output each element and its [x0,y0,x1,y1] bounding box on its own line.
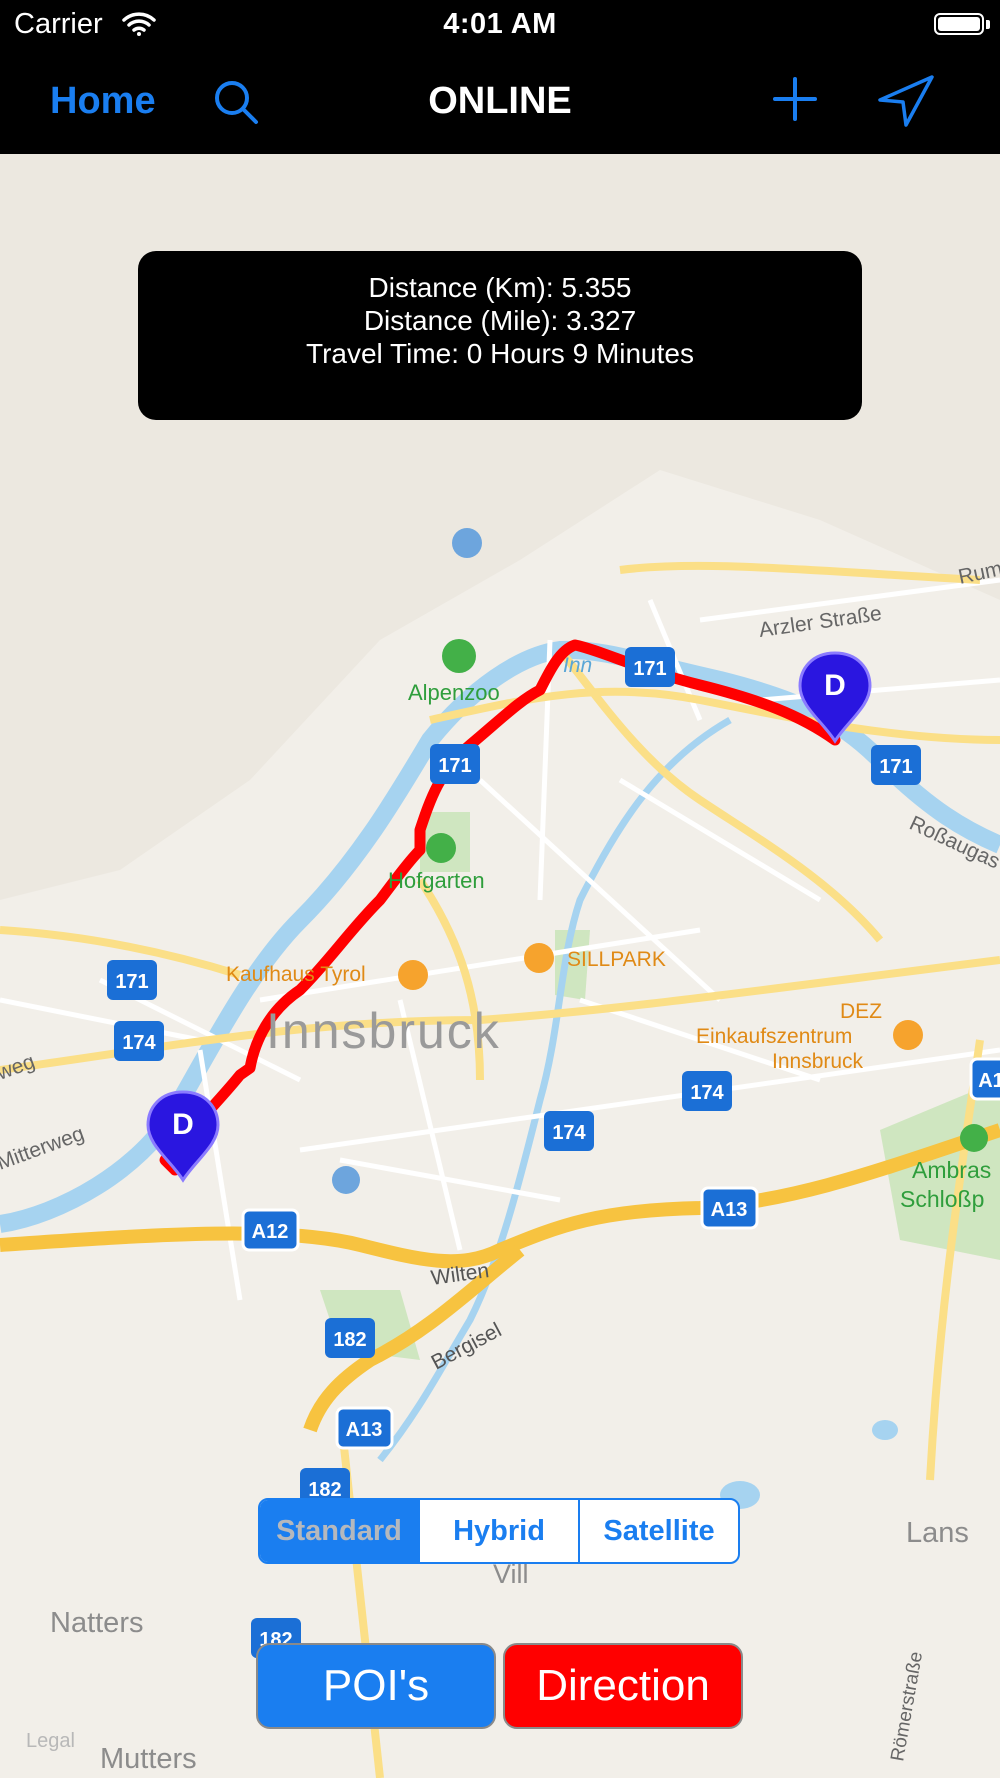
segment-satellite[interactable]: Satellite [578,1500,738,1562]
park-icon[interactable] [426,833,456,863]
route-shield: 171 [871,745,921,785]
battery-icon [934,13,984,35]
map-pin-start[interactable]: D [146,1090,220,1183]
train-station-icon[interactable] [332,1166,360,1194]
search-icon[interactable] [214,80,260,126]
segment-standard[interactable]: Standard [260,1500,418,1562]
label-ambras-park: Schloßp [900,1186,984,1212]
cable-car-icon[interactable] [452,528,482,558]
svg-text:171: 171 [879,756,912,778]
lake [872,1420,898,1440]
highway-shield: A1 [969,1057,1000,1101]
label-einkaufszentrum: Einkaufszentrum [696,1025,852,1048]
svg-text:182: 182 [333,1329,366,1351]
route-shield: 182 [325,1318,375,1358]
highway-shield: A12 [241,1208,300,1252]
legal-link[interactable]: Legal [26,1730,75,1753]
highway-shield: A13 [700,1186,759,1230]
svg-text:171: 171 [438,755,471,777]
svg-text:171: 171 [633,658,666,680]
label-natters: Natters [50,1607,143,1639]
segment-hybrid[interactable]: Hybrid [418,1500,578,1562]
street-label: Mitterweg [0,1122,87,1175]
pois-button[interactable]: POI's [256,1643,496,1729]
label-ambras: Ambras [912,1157,991,1183]
travel-time-label: Travel Time: 0 Hours 9 Minutes [306,338,694,369]
label-kaufhaus-tyrol: Kaufhaus Tyrol [226,963,366,986]
label-lans: Lans [906,1517,969,1549]
highways [0,1123,1000,1433]
distance-mile-label: Distance (Mile): 3.327 [363,305,637,336]
navigation-bar: Home ONLINE [0,50,1000,154]
route-shield: 174 [114,1021,164,1061]
street-label: weg [0,1050,38,1085]
map-type-segmented-control: Standard Hybrid Satellite [258,1498,740,1564]
svg-text:A13: A13 [346,1419,383,1441]
svg-text:A13: A13 [711,1199,748,1221]
location-arrow-icon[interactable] [876,74,936,128]
route-shield: 174 [682,1071,732,1111]
route-shield: 171 [430,744,480,784]
label-alpenzoo: Alpenzoo [408,680,500,705]
label-innsbruck-mall: Innsbruck [772,1050,864,1073]
shopping-bag-icon[interactable] [893,1020,923,1050]
route-info-panel: Distance (Km): 5.355 Distance (Mile): 3.… [138,251,862,420]
battery-tip [986,20,990,29]
direction-button[interactable]: Direction [503,1643,743,1729]
label-sillpark: SILLPARK [567,948,666,971]
street-label: Römerstraße [887,1650,927,1763]
river-label: Inn [563,654,592,677]
park-icon[interactable] [960,1124,988,1152]
shopping-bag-icon[interactable] [398,960,428,990]
shopping-bag-icon[interactable] [524,943,554,973]
distance-km-label: Distance (Km): 5.355 [368,272,632,303]
zoo-icon[interactable] [442,639,476,673]
svg-text:A12: A12 [252,1221,289,1243]
label-hofgarten: Hofgarten [388,868,485,893]
plus-icon[interactable] [772,76,818,122]
svg-text:171: 171 [115,971,148,993]
status-bar: Carrier 4:01 AM [0,0,1000,50]
svg-text:174: 174 [552,1122,586,1144]
clock: 4:01 AM [443,8,557,40]
route-shield: 174 [544,1111,594,1151]
highway-shield: A13 [335,1406,394,1450]
svg-text:D: D [824,669,846,702]
svg-text:174: 174 [122,1032,156,1054]
svg-text:174: 174 [690,1082,724,1104]
label-dez: DEZ [840,1000,882,1023]
svg-text:D: D [172,1108,194,1141]
city-label: Innsbruck [266,1003,501,1059]
home-button[interactable]: Home [50,80,156,123]
route-shield: 171 [107,960,157,1000]
label-mutters: Mutters [100,1743,197,1775]
svg-text:A1: A1 [978,1070,1000,1092]
route-shield: 171 [625,647,675,687]
